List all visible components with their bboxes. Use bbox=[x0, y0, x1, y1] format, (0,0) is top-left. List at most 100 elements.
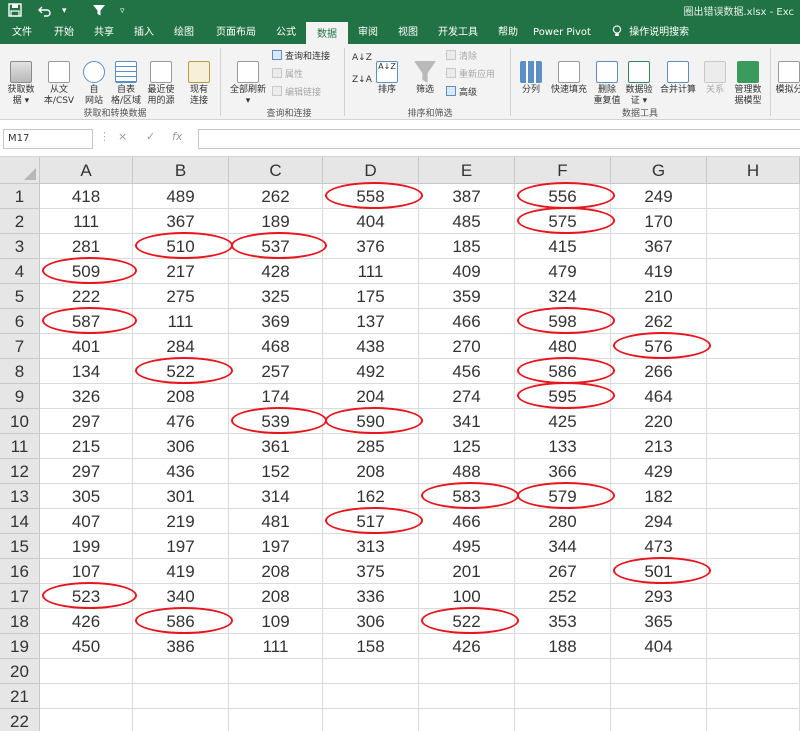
tab-help[interactable]: 帮助 bbox=[490, 22, 526, 44]
remove-duplicates-button[interactable]: 删除 重复值 bbox=[592, 50, 622, 107]
cell-f19[interactable]: 188 bbox=[515, 634, 611, 659]
sort-descending-button[interactable]: Z↓A bbox=[352, 74, 372, 87]
cell-b3[interactable]: 510 bbox=[133, 234, 229, 259]
cell-e12[interactable]: 488 bbox=[419, 459, 515, 484]
cell-b17[interactable]: 340 bbox=[133, 584, 229, 609]
cell-f22[interactable] bbox=[515, 709, 611, 731]
row-header-3[interactable]: 3 bbox=[0, 234, 40, 259]
cell-g6[interactable]: 262 bbox=[611, 309, 707, 334]
clear-filter-button[interactable]: 清除 bbox=[446, 50, 477, 64]
cell-g13[interactable]: 182 bbox=[611, 484, 707, 509]
cell-a18[interactable]: 426 bbox=[40, 609, 133, 634]
cell-c2[interactable]: 189 bbox=[229, 209, 323, 234]
cell-f9[interactable]: 595 bbox=[515, 384, 611, 409]
cell-d3[interactable]: 376 bbox=[323, 234, 419, 259]
existing-connections-button[interactable]: 现有 连接 bbox=[184, 50, 214, 107]
reapply-button[interactable]: 重新应用 bbox=[446, 68, 495, 82]
cell-h9[interactable] bbox=[707, 384, 800, 409]
what-if-analysis-button[interactable]: 模拟分 bbox=[774, 50, 800, 96]
cell-c22[interactable] bbox=[229, 709, 323, 731]
from-table-range-button[interactable]: 自表 格/区域 bbox=[110, 50, 142, 107]
cell-g11[interactable]: 213 bbox=[611, 434, 707, 459]
column-header-f[interactable]: F bbox=[515, 157, 611, 184]
cell-e2[interactable]: 485 bbox=[419, 209, 515, 234]
cell-e14[interactable]: 466 bbox=[419, 509, 515, 534]
cell-f13[interactable]: 579 bbox=[515, 484, 611, 509]
cell-h13[interactable] bbox=[707, 484, 800, 509]
cell-d13[interactable]: 162 bbox=[323, 484, 419, 509]
cell-a7[interactable]: 401 bbox=[40, 334, 133, 359]
cell-a2[interactable]: 111 bbox=[40, 209, 133, 234]
cell-f5[interactable]: 324 bbox=[515, 284, 611, 309]
cell-b1[interactable]: 489 bbox=[133, 184, 229, 209]
row-header-16[interactable]: 16 bbox=[0, 559, 40, 584]
cell-a8[interactable]: 134 bbox=[40, 359, 133, 384]
column-header-h[interactable]: H bbox=[707, 157, 800, 184]
cell-b8[interactable]: 522 bbox=[133, 359, 229, 384]
cell-a15[interactable]: 199 bbox=[40, 534, 133, 559]
row-header-14[interactable]: 14 bbox=[0, 509, 40, 534]
consolidate-button[interactable]: 合并计算 bbox=[656, 50, 700, 96]
flash-fill-button[interactable]: 快速填充 bbox=[548, 50, 590, 96]
cell-d4[interactable]: 111 bbox=[323, 259, 419, 284]
cell-g14[interactable]: 294 bbox=[611, 509, 707, 534]
cell-b6[interactable]: 111 bbox=[133, 309, 229, 334]
cell-h15[interactable] bbox=[707, 534, 800, 559]
cell-g12[interactable]: 429 bbox=[611, 459, 707, 484]
cell-d15[interactable]: 313 bbox=[323, 534, 419, 559]
cell-e13[interactable]: 583 bbox=[419, 484, 515, 509]
row-header-13[interactable]: 13 bbox=[0, 484, 40, 509]
row-header-19[interactable]: 19 bbox=[0, 634, 40, 659]
cell-e15[interactable]: 495 bbox=[419, 534, 515, 559]
cell-d12[interactable]: 208 bbox=[323, 459, 419, 484]
row-header-7[interactable]: 7 bbox=[0, 334, 40, 359]
row-header-20[interactable]: 20 bbox=[0, 659, 40, 684]
cell-g2[interactable]: 170 bbox=[611, 209, 707, 234]
cell-d20[interactable] bbox=[323, 659, 419, 684]
cell-h11[interactable] bbox=[707, 434, 800, 459]
cell-b13[interactable]: 301 bbox=[133, 484, 229, 509]
cell-h7[interactable] bbox=[707, 334, 800, 359]
cell-d17[interactable]: 336 bbox=[323, 584, 419, 609]
cell-h2[interactable] bbox=[707, 209, 800, 234]
edit-links-button[interactable]: 编辑链接 bbox=[272, 86, 321, 100]
row-header-5[interactable]: 5 bbox=[0, 284, 40, 309]
cell-d18[interactable]: 306 bbox=[323, 609, 419, 634]
row-header-8[interactable]: 8 bbox=[0, 359, 40, 384]
cell-c20[interactable] bbox=[229, 659, 323, 684]
cell-a6[interactable]: 587 bbox=[40, 309, 133, 334]
tab-draw[interactable]: 绘图 bbox=[166, 22, 202, 44]
cell-e1[interactable]: 387 bbox=[419, 184, 515, 209]
cell-b5[interactable]: 275 bbox=[133, 284, 229, 309]
row-header-10[interactable]: 10 bbox=[0, 409, 40, 434]
relationships-button[interactable]: 关系 bbox=[702, 50, 728, 96]
cell-d2[interactable]: 404 bbox=[323, 209, 419, 234]
cell-h16[interactable] bbox=[707, 559, 800, 584]
row-header-21[interactable]: 21 bbox=[0, 684, 40, 709]
cell-h4[interactable] bbox=[707, 259, 800, 284]
cell-a21[interactable] bbox=[40, 684, 133, 709]
undo-icon[interactable] bbox=[38, 3, 52, 21]
row-header-17[interactable]: 17 bbox=[0, 584, 40, 609]
cell-g5[interactable]: 210 bbox=[611, 284, 707, 309]
row-header-22[interactable]: 22 bbox=[0, 709, 40, 731]
cell-g19[interactable]: 404 bbox=[611, 634, 707, 659]
cell-g10[interactable]: 220 bbox=[611, 409, 707, 434]
tab-share[interactable]: 共享 bbox=[86, 22, 122, 44]
row-header-9[interactable]: 9 bbox=[0, 384, 40, 409]
from-web-button[interactable]: 自 网站 bbox=[80, 50, 108, 107]
cell-c7[interactable]: 468 bbox=[229, 334, 323, 359]
formula-input[interactable] bbox=[198, 129, 800, 149]
cell-e9[interactable]: 274 bbox=[419, 384, 515, 409]
row-header-1[interactable]: 1 bbox=[0, 184, 40, 209]
cell-b9[interactable]: 208 bbox=[133, 384, 229, 409]
cell-b15[interactable]: 197 bbox=[133, 534, 229, 559]
cell-c14[interactable]: 481 bbox=[229, 509, 323, 534]
cell-f20[interactable] bbox=[515, 659, 611, 684]
cell-d5[interactable]: 175 bbox=[323, 284, 419, 309]
cell-b2[interactable]: 367 bbox=[133, 209, 229, 234]
advanced-filter-button[interactable]: 高级 bbox=[446, 86, 477, 100]
cell-h10[interactable] bbox=[707, 409, 800, 434]
cell-e22[interactable] bbox=[419, 709, 515, 731]
cell-b19[interactable]: 386 bbox=[133, 634, 229, 659]
